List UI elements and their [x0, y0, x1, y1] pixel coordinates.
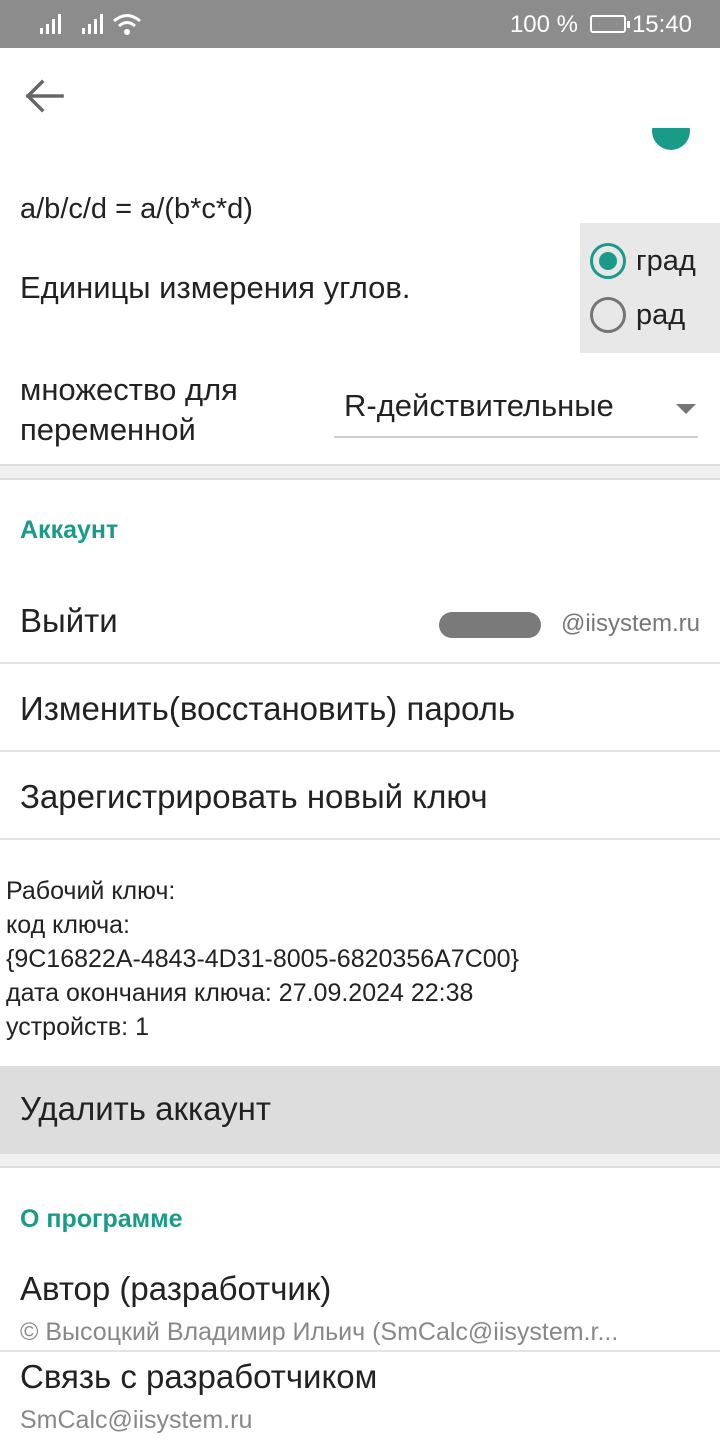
angle-units-label: Единицы измерения углов.: [20, 270, 411, 305]
signal-icon: [82, 14, 103, 34]
radio-unchecked-icon: [590, 297, 626, 333]
radio-checked-icon: [590, 243, 626, 279]
author-value: © Высоцкий Владимир Ильич (SmCalc@iisyst…: [20, 1318, 619, 1346]
arrow-left-icon: [25, 79, 64, 113]
logout-label: Выйти: [20, 602, 118, 639]
author-item[interactable]: Автор (разработчик) © Высоцкий Владимир …: [0, 1270, 720, 1352]
key-expiry: дата окончания ключа: 27.09.2024 22:38: [6, 979, 474, 1007]
wifi-icon: [113, 14, 141, 35]
key-devices: устройств: 1: [6, 1013, 149, 1041]
register-key-item[interactable]: Зарегистрировать новый ключ: [0, 752, 720, 840]
register-key-label: Зарегистрировать новый ключ: [20, 778, 488, 815]
key-info-title: Рабочий ключ:: [6, 877, 176, 905]
angle-units-radio-group: град рад: [580, 223, 720, 353]
author-label: Автор (разработчик): [20, 1270, 332, 1307]
key-code: {9C16822A-4843-4D31-8005-6820356A7C00}: [6, 945, 519, 973]
radio-radians-label: рад: [636, 299, 686, 331]
switch-thumb[interactable]: [652, 128, 690, 150]
logout-item[interactable]: Выйти @iisystem.ru: [0, 576, 720, 664]
back-button[interactable]: [22, 74, 70, 118]
signal-icon: [40, 14, 61, 34]
delete-account-label: Удалить аккаунт: [20, 1090, 271, 1127]
clock: 15:40: [631, 11, 692, 38]
account-email: @iisystem.ru: [560, 610, 700, 637]
account-section-header: Аккаунт: [20, 516, 119, 544]
radio-radians[interactable]: рад: [590, 289, 720, 339]
radio-degrees-label: град: [636, 245, 696, 277]
dropdown-arrow-icon: [676, 404, 696, 414]
section-divider: [0, 464, 720, 480]
section-divider: [0, 1152, 720, 1168]
change-password-item[interactable]: Изменить(восстановить) пароль: [0, 664, 720, 752]
change-password-label: Изменить(восстановить) пароль: [20, 690, 516, 727]
variable-set-value: R-действительные: [344, 388, 614, 423]
app-bar: [0, 48, 720, 144]
battery-icon: [590, 15, 630, 33]
status-bar: 100 % 15:40: [0, 0, 720, 48]
variable-set-dropdown[interactable]: R-действительные: [334, 380, 698, 438]
formula-text: a/b/c/d = a/(b*c*d): [20, 193, 253, 225]
key-info: Рабочий ключ: код ключа: {9C16822A-4843-…: [6, 874, 519, 1044]
contact-developer-label: Связь с разработчиком: [20, 1358, 378, 1395]
delete-account-item[interactable]: Удалить аккаунт: [0, 1066, 720, 1152]
battery-percent: 100 %: [509, 11, 578, 38]
contact-developer-email: SmCalc@iisystem.ru: [20, 1406, 253, 1434]
key-code-label: код ключа:: [6, 911, 130, 939]
variable-set-label: множество для переменной: [20, 372, 238, 447]
radio-degrees[interactable]: град: [590, 235, 720, 285]
contact-developer-item[interactable]: Связь с разработчиком SmCalc@iisystem.ru: [0, 1358, 720, 1440]
about-section-header: О программе: [20, 1205, 183, 1233]
redacted-email-blur: [439, 612, 541, 638]
